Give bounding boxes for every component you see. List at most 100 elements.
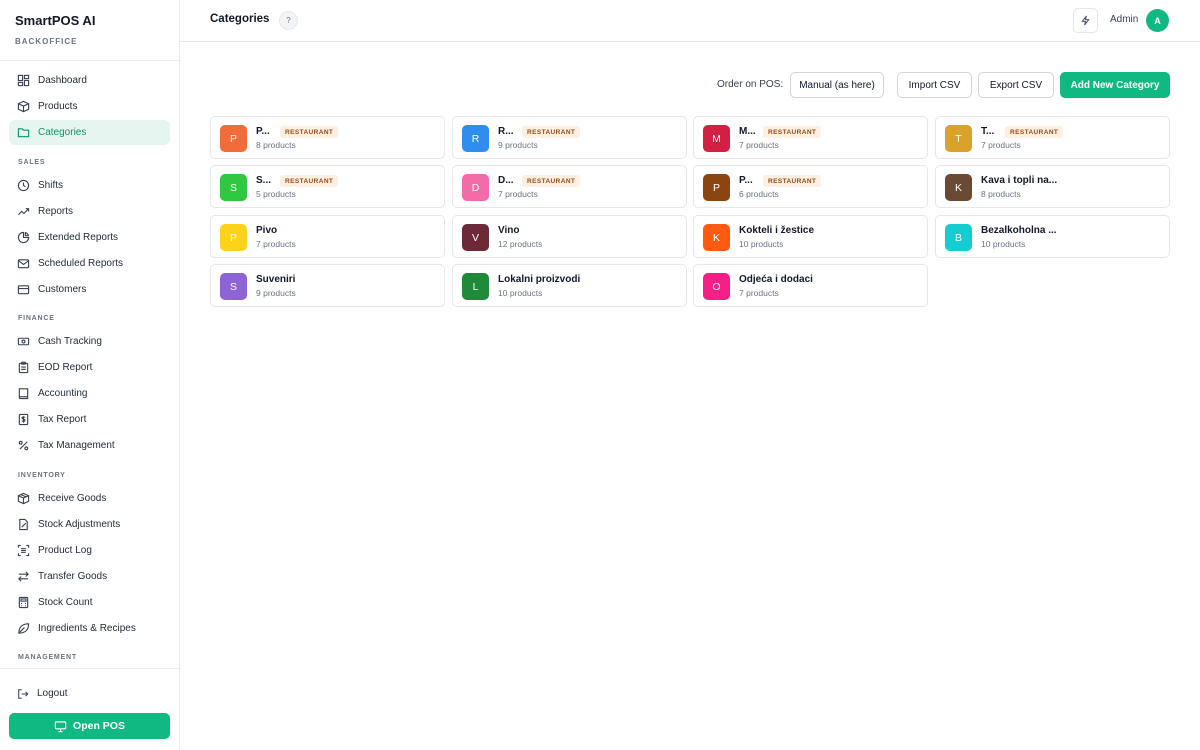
sidebar-item-stock-count[interactable]: Stock Count: [9, 590, 170, 615]
sidebar-item-products[interactable]: Products: [9, 94, 170, 119]
sidebar-item-label: Stock Adjustments: [38, 519, 121, 530]
folder-icon: [17, 128, 30, 138]
sidebar-item-ingredients-recipes[interactable]: Ingredients & Recipes: [9, 616, 170, 641]
category-product-count: 9 products: [498, 140, 538, 150]
sidebar-item-stock-adjustments[interactable]: Stock Adjustments: [9, 512, 170, 537]
category-name: Odjeća i dodaci: [739, 274, 813, 285]
package-icon: [17, 492, 30, 505]
sidebar-item-customers[interactable]: Customers: [9, 277, 170, 302]
category-card[interactable]: K Kokteli i žestice 10 products: [693, 215, 928, 258]
pie-chart-icon: [17, 231, 30, 244]
sidebar-item-label: Dashboard: [38, 75, 87, 86]
sidebar-item-label: Customers: [38, 284, 87, 295]
category-name: Lokalni proizvodi: [498, 274, 581, 285]
sidebar-item-categories[interactable]: Categories: [9, 120, 170, 145]
category-color-tile: P: [220, 125, 247, 152]
category-card[interactable]: R R... 9 products RESTAURANT: [452, 116, 687, 159]
category-card[interactable]: S S... 5 products RESTAURANT: [210, 165, 445, 208]
sidebar-item-label: Product Log: [38, 545, 92, 556]
category-card[interactable]: P P... 8 products RESTAURANT: [210, 116, 445, 159]
card-icon: [17, 285, 30, 295]
category-color-tile: S: [220, 174, 247, 201]
sidebar-item-reports[interactable]: Reports: [9, 199, 170, 224]
dollar-doc-icon: [18, 413, 29, 426]
category-product-count: 6 products: [739, 189, 779, 199]
category-color-tile: B: [945, 224, 972, 251]
category-product-count: 10 products: [498, 288, 543, 298]
edit-doc-icon: [19, 518, 28, 531]
category-product-count: 7 products: [739, 140, 779, 150]
sidebar-item-label: Products: [38, 101, 78, 112]
quick-action-button[interactable]: [1073, 8, 1098, 33]
category-card[interactable]: M M... 7 products RESTAURANT: [693, 116, 928, 159]
sidebar-item-tax-management[interactable]: Tax Management: [9, 433, 170, 458]
category-type-badge: RESTAURANT: [763, 126, 822, 138]
leaf-icon: [18, 623, 30, 634]
sidebar-item-label: Accounting: [38, 388, 88, 399]
user-name[interactable]: Admin: [1110, 14, 1138, 25]
sidebar-item-accounting[interactable]: Accounting: [9, 381, 170, 406]
import-csv-button[interactable]: Import CSV: [897, 72, 972, 98]
app-name: SmartPOS AI: [15, 13, 96, 28]
sidebar-item-label: Scheduled Reports: [38, 258, 124, 269]
category-type-badge: RESTAURANT: [280, 175, 339, 187]
sidebar-item-shifts[interactable]: Shifts: [9, 173, 170, 198]
category-type-badge: RESTAURANT: [522, 175, 581, 187]
sidebar-item-tax-report[interactable]: Tax Report: [9, 407, 170, 432]
sidebar-item-label: Tax Report: [38, 414, 87, 425]
logout-icon: [18, 688, 29, 699]
trend-icon: [17, 208, 30, 216]
category-card[interactable]: S Suveniri 9 products: [210, 264, 445, 307]
category-product-count: 7 products: [256, 239, 296, 249]
order-select[interactable]: Manual (as here): [790, 72, 884, 98]
category-color-tile: T: [945, 125, 972, 152]
open-pos-button[interactable]: Open POS: [9, 713, 170, 739]
bolt-icon: [1081, 15, 1090, 26]
book-icon: [18, 388, 29, 400]
sidebar-item-transfer-goods[interactable]: Transfer Goods: [9, 564, 170, 589]
category-card[interactable]: P Pivo 7 products: [210, 215, 445, 258]
export-csv-button[interactable]: Export CSV: [978, 72, 1054, 98]
help-icon[interactable]: ?: [279, 11, 298, 30]
sidebar-item-dashboard[interactable]: Dashboard: [9, 68, 170, 93]
category-color-tile: S: [220, 273, 247, 300]
category-type-badge: RESTAURANT: [1005, 126, 1064, 138]
sidebar-item-label: Transfer Goods: [38, 571, 108, 582]
category-name: Vino: [498, 225, 520, 236]
sidebar-item-extended-reports[interactable]: Extended Reports: [9, 225, 170, 250]
category-name: P...: [739, 175, 753, 186]
category-product-count: 8 products: [256, 140, 296, 150]
category-name: D...: [498, 175, 514, 186]
top-header: Categories ? Admin A: [180, 0, 1200, 42]
sidebar-item-eod-report[interactable]: EOD Report: [9, 355, 170, 380]
category-card[interactable]: O Odjeća i dodaci 7 products: [693, 264, 928, 307]
sidebar-item-label: Tax Management: [38, 440, 115, 451]
sidebar-item-product-log[interactable]: Product Log: [9, 538, 170, 563]
category-product-count: 10 products: [981, 239, 1026, 249]
clock-icon: [17, 179, 30, 192]
category-type-badge: RESTAURANT: [522, 126, 581, 138]
category-card[interactable]: L Lokalni proizvodi 10 products: [452, 264, 687, 307]
category-color-tile: M: [703, 125, 730, 152]
avatar[interactable]: A: [1146, 9, 1169, 32]
category-card[interactable]: P P... 6 products RESTAURANT: [693, 165, 928, 208]
category-card[interactable]: V Vino 12 products: [452, 215, 687, 258]
sidebar-item-scheduled-reports[interactable]: Scheduled Reports: [9, 251, 170, 276]
category-product-count: 10 products: [739, 239, 784, 249]
category-card[interactable]: K Kava i topli na... 8 products: [935, 165, 1170, 208]
sidebar-nav: Dashboard Products Categories SALES Shif…: [0, 68, 179, 668]
category-card[interactable]: B Bezalkoholna ... 10 products: [935, 215, 1170, 258]
add-category-button[interactable]: Add New Category: [1060, 72, 1170, 98]
category-name: Pivo: [256, 225, 278, 236]
logout-button[interactable]: Logout: [9, 681, 170, 706]
category-name: M...: [739, 126, 756, 137]
section-management: MANAGEMENT: [18, 654, 77, 661]
sidebar-item-receive-goods[interactable]: Receive Goods: [9, 486, 170, 511]
category-card[interactable]: T T... 7 products RESTAURANT: [935, 116, 1170, 159]
app-root: SmartPOS AI BACKOFFICE Dashboard Product…: [0, 0, 1200, 750]
section-finance: FINANCE: [18, 315, 55, 322]
section-sales: SALES: [18, 159, 46, 166]
sidebar-item-cash-tracking[interactable]: Cash Tracking: [9, 329, 170, 354]
category-card[interactable]: D D... 7 products RESTAURANT: [452, 165, 687, 208]
category-name: Kokteli i žestice: [739, 225, 815, 236]
